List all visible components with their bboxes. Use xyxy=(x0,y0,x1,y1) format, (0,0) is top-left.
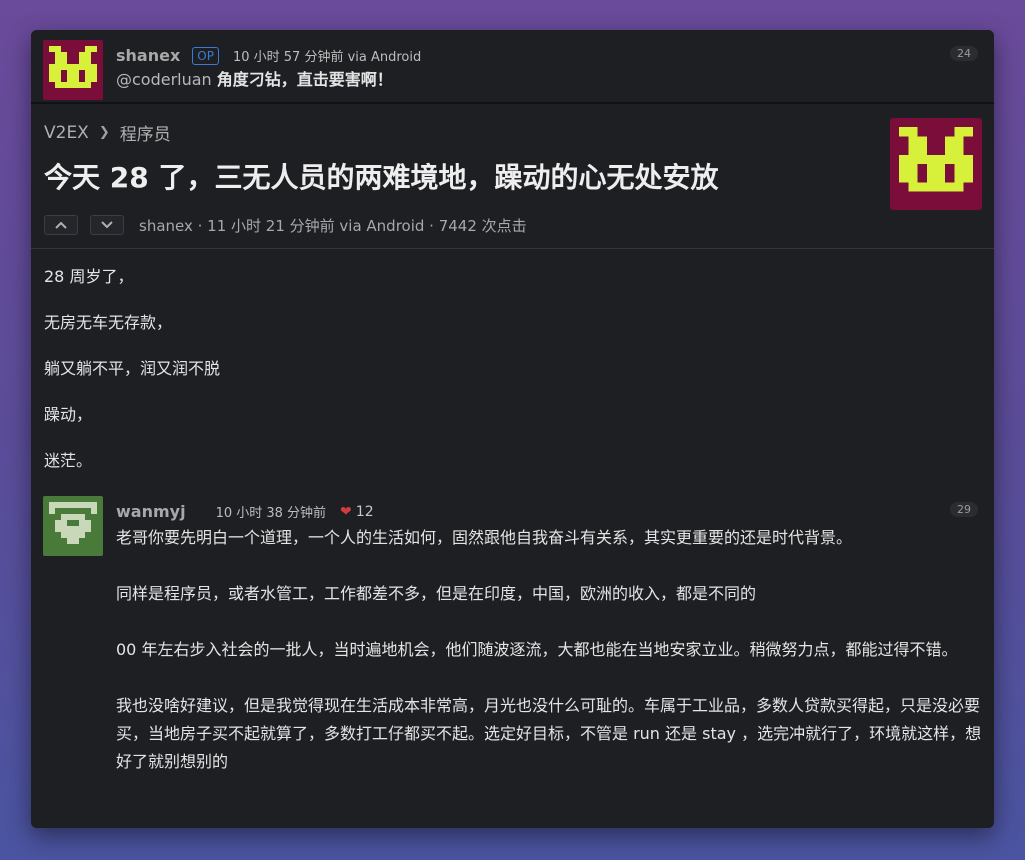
reply-text: 角度刁钻，直击要害啊！ xyxy=(216,70,393,89)
reply-content: @coderluan 角度刁钻，直击要害啊！ xyxy=(116,66,393,94)
downvote-button[interactable] xyxy=(90,215,124,235)
topic-panel: V2EX ❯ 程序员 今天 28 了，三无人员的两难境地，躁动的心无处安放 sh… xyxy=(31,104,994,487)
reply-meta: wanmyj 10 小时 38 分钟前 ❤ 12 xyxy=(116,502,374,521)
reply-author[interactable]: wanmyj xyxy=(116,502,186,521)
topic-meta: shanex · 11 小时 21 分钟前 via Android · 7442… xyxy=(139,217,527,235)
like-count: 12 xyxy=(355,503,374,520)
floor-number: 29 xyxy=(950,502,978,517)
topic-body: 28 周岁了， 无房无车无存款， 躺又躺不平，润又润不脱 躁动， 迷茫。 xyxy=(31,249,994,487)
upvote-button[interactable] xyxy=(44,215,78,235)
topic-paragraph: 28 周岁了， xyxy=(44,267,134,286)
breadcrumb-node[interactable]: 程序员 xyxy=(120,120,171,145)
topic-paragraph: 迷茫。 xyxy=(44,451,93,470)
chevron-right-icon: ❯ xyxy=(98,125,110,140)
reply-paragraph: 同样是程序员，或者水管工，工作都差不多，但是在印度，中国，欧洲的收入，都是不同的 xyxy=(116,584,757,603)
topic-title: 今天 28 了，三无人员的两难境地，躁动的心无处安放 xyxy=(44,161,719,194)
topic-author-avatar[interactable] xyxy=(890,118,982,210)
reply-29: wanmyj 10 小时 38 分钟前 ❤ 12 29 老哥你要先明白一个道理，… xyxy=(31,486,994,828)
reply-paragraph: 00 年左右步入社会的一批人，当时遍地机会，他们随波逐流，大都也能在当地安家立业… xyxy=(116,640,958,659)
reply-author[interactable]: shanex xyxy=(116,46,180,65)
browser-window: shanex OP 10 小时 57 分钟前 via Android 24 @c… xyxy=(31,30,994,828)
vote-controls xyxy=(44,215,136,235)
reply-meta: shanex OP 10 小时 57 分钟前 via Android xyxy=(116,46,421,65)
topic-paragraph: 躁动， xyxy=(44,405,93,424)
chevron-up-icon xyxy=(55,221,67,229)
chevron-down-icon xyxy=(101,221,113,229)
reply-paragraph: 老哥你要先明白一个道理，一个人的生活如何，固然跟他自我奋斗有关系，其实更重要的还… xyxy=(116,528,853,547)
op-badge: OP xyxy=(192,46,219,65)
avatar[interactable] xyxy=(43,40,103,100)
heart-icon[interactable]: ❤ xyxy=(340,504,352,520)
reply-time: 10 小时 38 分钟前 xyxy=(215,506,327,521)
breadcrumb: V2EX ❯ 程序员 xyxy=(44,120,171,146)
floor-number: 24 xyxy=(950,46,978,61)
topic-paragraph: 躺又躺不平，润又润不脱 xyxy=(44,359,221,378)
breadcrumb-home[interactable]: V2EX xyxy=(44,123,89,143)
mention-link[interactable]: @coderluan xyxy=(116,70,212,89)
topic-paragraph: 无房无车无存款， xyxy=(44,313,173,332)
reply-time: 10 小时 57 分钟前 via Android xyxy=(232,50,422,65)
avatar[interactable] xyxy=(43,496,103,556)
reply-24: shanex OP 10 小时 57 分钟前 via Android 24 @c… xyxy=(31,30,994,104)
topic-header: V2EX ❯ 程序员 今天 28 了，三无人员的两难境地，躁动的心无处安放 sh… xyxy=(31,104,994,249)
reply-content: 老哥你要先明白一个道理，一个人的生活如何，固然跟他自我奋斗有关系，其实更重要的还… xyxy=(116,524,986,804)
reply-paragraph: 我也没啥好建议，但是我觉得现在生活成本非常高，月光也没什么可耻的。车属于工业品，… xyxy=(116,696,982,771)
